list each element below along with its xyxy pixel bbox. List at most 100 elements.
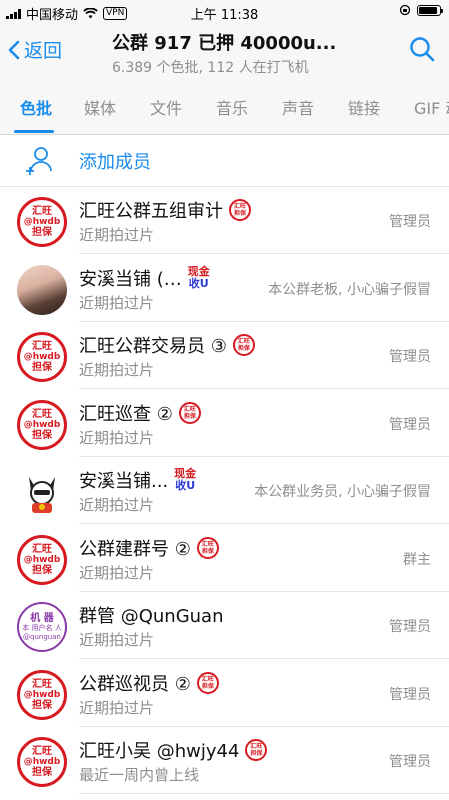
member-row[interactable]: 汇旺 @hwdb 担保 公群建群号 ② 汇旺 担保 近期拍过片 群主 (0, 525, 449, 592)
avatar-text: @hwdb (23, 217, 61, 227)
member-name: 公群巡视员 ② (79, 673, 191, 695)
photo-avatar (17, 264, 67, 315)
badge-text: 担保 (201, 547, 214, 555)
tab-music[interactable]: 音乐 (216, 95, 248, 119)
member-status: 近期拍过片 (79, 563, 155, 582)
badge-text: 汇旺 (183, 405, 196, 413)
back-button[interactable]: 返回 (8, 36, 62, 63)
member-name-line: 安溪当铺... 现金 收U (79, 467, 196, 493)
qunguan-avatar: 机 器本 用户名 人 @qunguan (17, 602, 67, 652)
status-time: 上午 11:38 (190, 8, 259, 23)
status-bar: 中国移动 VPN 上午 11:38 (0, 0, 449, 24)
member-row[interactable]: 汇旺 @hwdb 担保 汇旺小吴 @hwjy44 汇旺 担保 最近一周内曾上线 管理员 (0, 727, 449, 794)
member-row[interactable]: 安溪当铺 (… 现金 收U 近期拍过片 本公群老板, 小心骗子假冒 (0, 255, 449, 322)
member-role: 群主 (403, 551, 431, 568)
member-name: 安溪当铺... (79, 471, 169, 492)
guarantee-badge-icon: 汇旺 担保 (229, 199, 251, 221)
avatar-text: 汇旺 (32, 408, 52, 420)
member-row[interactable]: 汇旺 @hwdb 担保 汇旺巡查 ② 汇旺 担保近期拍过片 管理员 (0, 390, 449, 457)
member-status: 近期拍过片 (79, 698, 155, 717)
badge-text: 担保 (237, 345, 250, 352)
member-status: 近期拍过片 (79, 293, 155, 312)
member-role: 管理员 (389, 416, 431, 433)
member-status: 最近一周内曾上线 (79, 766, 200, 784)
huiwang-avatar: 汇旺 @hwdb 担保 (17, 399, 67, 450)
tab-files[interactable]: 文件 (150, 95, 182, 119)
avatar-text: 汇旺 (32, 543, 52, 555)
tab-gif[interactable]: GIF 动 (414, 95, 449, 119)
guarantee-badge-icon: 汇旺 担保 (196, 536, 219, 559)
member-name-line: 汇旺公群五组审计 汇旺 担保 (79, 197, 251, 223)
member-name-line: 汇旺小吴 @hwjy44 汇旺 担保 (79, 737, 268, 763)
cartoon-icon (29, 477, 55, 513)
member-role: 本公群老板, 小心骗子假冒 (268, 281, 431, 298)
page-title: 公群 917 已押 40000u... (112, 33, 337, 54)
title-area[interactable]: 公群 917 已押 40000u... 6.389 个色批, 112 人在打飞机 (112, 29, 362, 77)
avatar-text: 担保 (32, 227, 52, 238)
member-name: 汇旺公群交易员 ③ (79, 336, 227, 357)
badge-text: 担保 (183, 412, 196, 420)
guarantee-badge-icon: 汇旺 担保 (232, 334, 255, 356)
member-row[interactable]: 安溪当铺... 现金 收U 近期拍过片 本公群业务员, 小心骗子假冒 (0, 457, 449, 524)
member-status: 近期拍过片 (79, 428, 155, 447)
member-name-line: 汇旺公群交易员 ③ 汇旺 担保 (79, 332, 255, 358)
badge-text: 汇旺 (201, 540, 214, 548)
member-role: 管理员 (389, 214, 431, 230)
member-name: 公群建群号 ② (79, 538, 191, 560)
avatar-text: 汇旺 (32, 746, 52, 757)
avatar-text: @qunguan (23, 632, 61, 641)
avatar-text: 担保 (32, 429, 52, 441)
add-member-label: 添加成员 (79, 152, 151, 173)
search-button[interactable] (409, 36, 435, 66)
member-name-line: 汇旺巡查 ② 汇旺 担保 (79, 400, 201, 426)
member-name: 群管 @QunGuan (79, 606, 224, 627)
badge-text: 担保 (201, 682, 214, 690)
cash-badge-icon: 现金 收U (174, 468, 196, 492)
huiwang-avatar: 汇旺 @hwdb 担保 (17, 669, 67, 720)
avatar-text: @hwdb (23, 757, 61, 767)
member-status: 近期拍过片 (79, 226, 155, 244)
page-subtitle: 6.389 个色批, 112 人在打飞机 (112, 60, 309, 76)
badge-text: 现金 (187, 264, 210, 278)
badge-text: 担保 (250, 750, 263, 757)
avatar-text: 汇旺 (32, 341, 52, 352)
badge-text: 担保 (233, 210, 246, 217)
member-role: 管理员 (389, 686, 431, 703)
member-row[interactable]: 汇旺 @hwdb 担保 汇旺公群交易员 ③ 汇旺 担保 近期拍过片 管理员 (0, 322, 449, 389)
member-name-line: 公群建群号 ② 汇旺 担保 (79, 535, 219, 561)
avatar-text: 担保 (32, 767, 52, 778)
row-divider (79, 793, 449, 794)
add-user-icon (26, 147, 52, 175)
badge-text: 汇旺 (233, 203, 246, 210)
status-right (399, 4, 443, 16)
member-name-line: 安溪当铺 (… 现金 收U (79, 265, 210, 291)
member-status: 近期拍过片 (79, 631, 155, 649)
avatar-text: 汇旺 (32, 678, 52, 690)
avatar-text: 机 器 (30, 612, 54, 624)
member-status: 近期拍过片 (79, 496, 155, 514)
member-role: 管理员 (389, 349, 431, 365)
badge-text: 收U (188, 276, 209, 290)
member-role: 本公群业务员, 小心骗子假冒 (254, 484, 431, 500)
member-name: 安溪当铺 (… (79, 268, 182, 290)
member-row[interactable]: 汇旺 @hwdb 担保 公群巡视员 ② 汇旺 担保 近期拍过片 管理员 (0, 660, 449, 727)
back-label: 返回 (24, 40, 63, 62)
active-tab-indicator (14, 130, 54, 133)
add-member-row[interactable]: 添加成员 (0, 135, 449, 187)
member-name: 汇旺小吴 @hwjy44 (79, 741, 240, 762)
member-row[interactable]: 机 器本 用户名 人 @qunguan 群管 @QunGuan 近期拍过片 管理员 (0, 592, 449, 659)
cartoon-avatar (17, 467, 67, 517)
guarantee-badge-icon: 汇旺 担保 (196, 671, 219, 694)
member-row[interactable]: 汇旺 @hwdb 担保 汇旺公群五组审计 汇旺 担保 近期拍过片 管理员 (0, 187, 449, 254)
tab-members[interactable]: 色批 (20, 95, 52, 119)
avatar-text: 本 用户名 人 (22, 623, 62, 632)
search-icon (410, 37, 435, 62)
tab-media[interactable]: 媒体 (84, 95, 116, 119)
media-tabs: 色批 媒体 文件 音乐 声音 链接 GIF 动 (0, 78, 449, 135)
avatar-text: @hwdb (23, 554, 61, 565)
tab-links[interactable]: 链接 (348, 95, 380, 119)
avatar-text: @hwdb (23, 352, 61, 362)
tab-voice[interactable]: 声音 (282, 95, 314, 119)
guarantee-badge-icon: 汇旺 担保 (245, 739, 268, 761)
member-name-line: 群管 @QunGuan (79, 602, 224, 628)
